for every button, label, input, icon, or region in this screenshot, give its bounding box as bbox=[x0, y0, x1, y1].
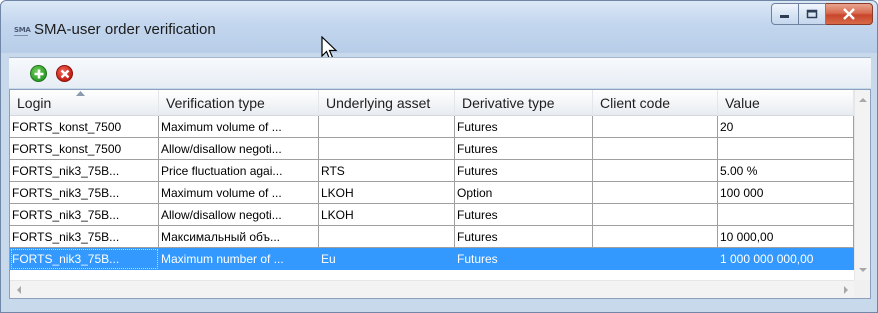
cell-derivative-type[interactable]: Option bbox=[455, 182, 593, 204]
cell-derivative-type[interactable]: Futures bbox=[455, 226, 593, 248]
vertical-scrollbar[interactable] bbox=[854, 90, 870, 280]
cell-underlying-asset[interactable]: LKOH bbox=[319, 182, 455, 204]
cell-value[interactable]: 10 000,00 bbox=[718, 226, 854, 248]
scroll-right-icon[interactable] bbox=[842, 286, 850, 294]
remove-icon bbox=[60, 69, 70, 79]
horizontal-scrollbar[interactable] bbox=[10, 280, 855, 298]
cell-derivative-type[interactable]: Futures bbox=[455, 160, 593, 182]
column-header-value[interactable]: Value bbox=[718, 90, 854, 116]
cell-client-code[interactable] bbox=[593, 116, 718, 138]
cell-login[interactable]: FORTS_nik3_75B... bbox=[10, 204, 159, 226]
scrollbar-corner bbox=[854, 280, 870, 298]
column-header-label: Client code bbox=[600, 95, 671, 111]
close-icon bbox=[843, 8, 855, 20]
table-row[interactable]: FORTS_nik3_75B... Maximum volume of ... … bbox=[10, 182, 855, 204]
cell-value[interactable] bbox=[718, 138, 854, 160]
cell-value[interactable]: 5.00 % bbox=[718, 160, 854, 182]
column-header-client-code[interactable]: Client code bbox=[593, 90, 718, 116]
cell-value[interactable]: 20 bbox=[718, 116, 854, 138]
cell-verification-type[interactable]: Maximum number of ... bbox=[159, 248, 319, 270]
column-header-underlying-asset[interactable]: Underlying asset bbox=[319, 90, 455, 116]
cell-verification-type[interactable]: Allow/disallow negoti... bbox=[159, 138, 319, 160]
cell-client-code[interactable] bbox=[593, 160, 718, 182]
minimize-icon bbox=[780, 15, 789, 18]
table-body: FORTS_konst_7500 Maximum volume of ... F… bbox=[10, 116, 855, 270]
cell-derivative-type[interactable]: Futures bbox=[455, 138, 593, 160]
cell-value[interactable]: 100 000 bbox=[718, 182, 854, 204]
table-row[interactable]: FORTS_konst_7500 Maximum volume of ... F… bbox=[10, 116, 855, 138]
app-icon: SMA bbox=[14, 23, 31, 37]
column-header-label: Verification type bbox=[166, 95, 265, 111]
maximize-icon bbox=[806, 9, 818, 19]
column-header-label: Underlying asset bbox=[326, 95, 431, 111]
cell-verification-type[interactable]: Price fluctuation agai... bbox=[159, 160, 319, 182]
title-bar[interactable]: SMA SMA-user order verification bbox=[1, 1, 877, 61]
column-header-label: Derivative type bbox=[462, 95, 555, 111]
column-header-label: Login bbox=[17, 95, 52, 111]
cell-underlying-asset[interactable] bbox=[319, 116, 455, 138]
cell-client-code[interactable] bbox=[593, 204, 718, 226]
remove-button[interactable] bbox=[56, 65, 73, 82]
table-row-selected[interactable]: FORTS_nik3_75B... Maximum number of ... … bbox=[10, 248, 855, 270]
toolbar bbox=[9, 57, 871, 88]
cell-underlying-asset[interactable]: LKOH bbox=[319, 204, 455, 226]
cell-login[interactable]: FORTS_konst_7500 bbox=[10, 116, 159, 138]
cell-login[interactable]: FORTS_nik3_75B... bbox=[10, 248, 159, 270]
add-button[interactable] bbox=[30, 65, 47, 82]
cell-value[interactable] bbox=[718, 204, 854, 226]
cell-login[interactable]: FORTS_nik3_75B... bbox=[10, 160, 159, 182]
column-header-verification-type[interactable]: Verification type bbox=[159, 90, 319, 116]
table-row[interactable]: FORTS_nik3_75B... Максимальный объ... Fu… bbox=[10, 226, 855, 248]
scroll-down-icon[interactable] bbox=[859, 266, 867, 274]
sort-ascending-icon bbox=[76, 91, 85, 96]
cell-underlying-asset[interactable] bbox=[319, 138, 455, 160]
table-row[interactable]: FORTS_konst_7500 Allow/disallow negoti..… bbox=[10, 138, 855, 160]
cell-derivative-type[interactable]: Futures bbox=[455, 248, 593, 270]
column-header-derivative-type[interactable]: Derivative type bbox=[455, 90, 593, 116]
app-window: SMA SMA-user order verification Login Ve… bbox=[0, 0, 878, 313]
column-header-label: Value bbox=[725, 95, 760, 111]
cell-verification-type[interactable]: Максимальный объ... bbox=[159, 226, 319, 248]
cell-client-code[interactable] bbox=[593, 226, 718, 248]
cell-login[interactable]: FORTS_nik3_75B... bbox=[10, 226, 159, 248]
cell-derivative-type[interactable]: Futures bbox=[455, 116, 593, 138]
cell-login[interactable]: FORTS_nik3_75B... bbox=[10, 182, 159, 204]
cell-verification-type[interactable]: Maximum volume of ... bbox=[159, 182, 319, 204]
cell-verification-type[interactable]: Allow/disallow negoti... bbox=[159, 204, 319, 226]
cell-underlying-asset[interactable]: Eu bbox=[319, 248, 455, 270]
maximize-button[interactable] bbox=[799, 3, 826, 25]
cell-client-code[interactable] bbox=[593, 248, 718, 270]
cell-client-code[interactable] bbox=[593, 138, 718, 160]
scroll-left-icon[interactable] bbox=[15, 286, 23, 294]
minimize-button[interactable] bbox=[771, 3, 799, 25]
column-header-login[interactable]: Login bbox=[10, 90, 159, 116]
cell-underlying-asset[interactable]: RTS bbox=[319, 160, 455, 182]
cell-underlying-asset[interactable] bbox=[319, 226, 455, 248]
cell-login[interactable]: FORTS_konst_7500 bbox=[10, 138, 159, 160]
table-row[interactable]: FORTS_nik3_75B... Price fluctuation agai… bbox=[10, 160, 855, 182]
cell-value[interactable]: 1 000 000 000,00 bbox=[718, 248, 854, 270]
scroll-up-icon[interactable] bbox=[859, 96, 867, 104]
verification-table: Login Verification type Underlying asset… bbox=[9, 89, 871, 299]
cell-verification-type[interactable]: Maximum volume of ... bbox=[159, 116, 319, 138]
close-button[interactable] bbox=[826, 3, 873, 25]
table-header: Login Verification type Underlying asset… bbox=[10, 90, 855, 116]
add-icon bbox=[34, 69, 44, 79]
table-row[interactable]: FORTS_nik3_75B... Allow/disallow negoti.… bbox=[10, 204, 855, 226]
window-controls bbox=[771, 3, 873, 29]
window-title: SMA-user order verification bbox=[34, 21, 216, 38]
cell-derivative-type[interactable]: Futures bbox=[455, 204, 593, 226]
cell-client-code[interactable] bbox=[593, 182, 718, 204]
